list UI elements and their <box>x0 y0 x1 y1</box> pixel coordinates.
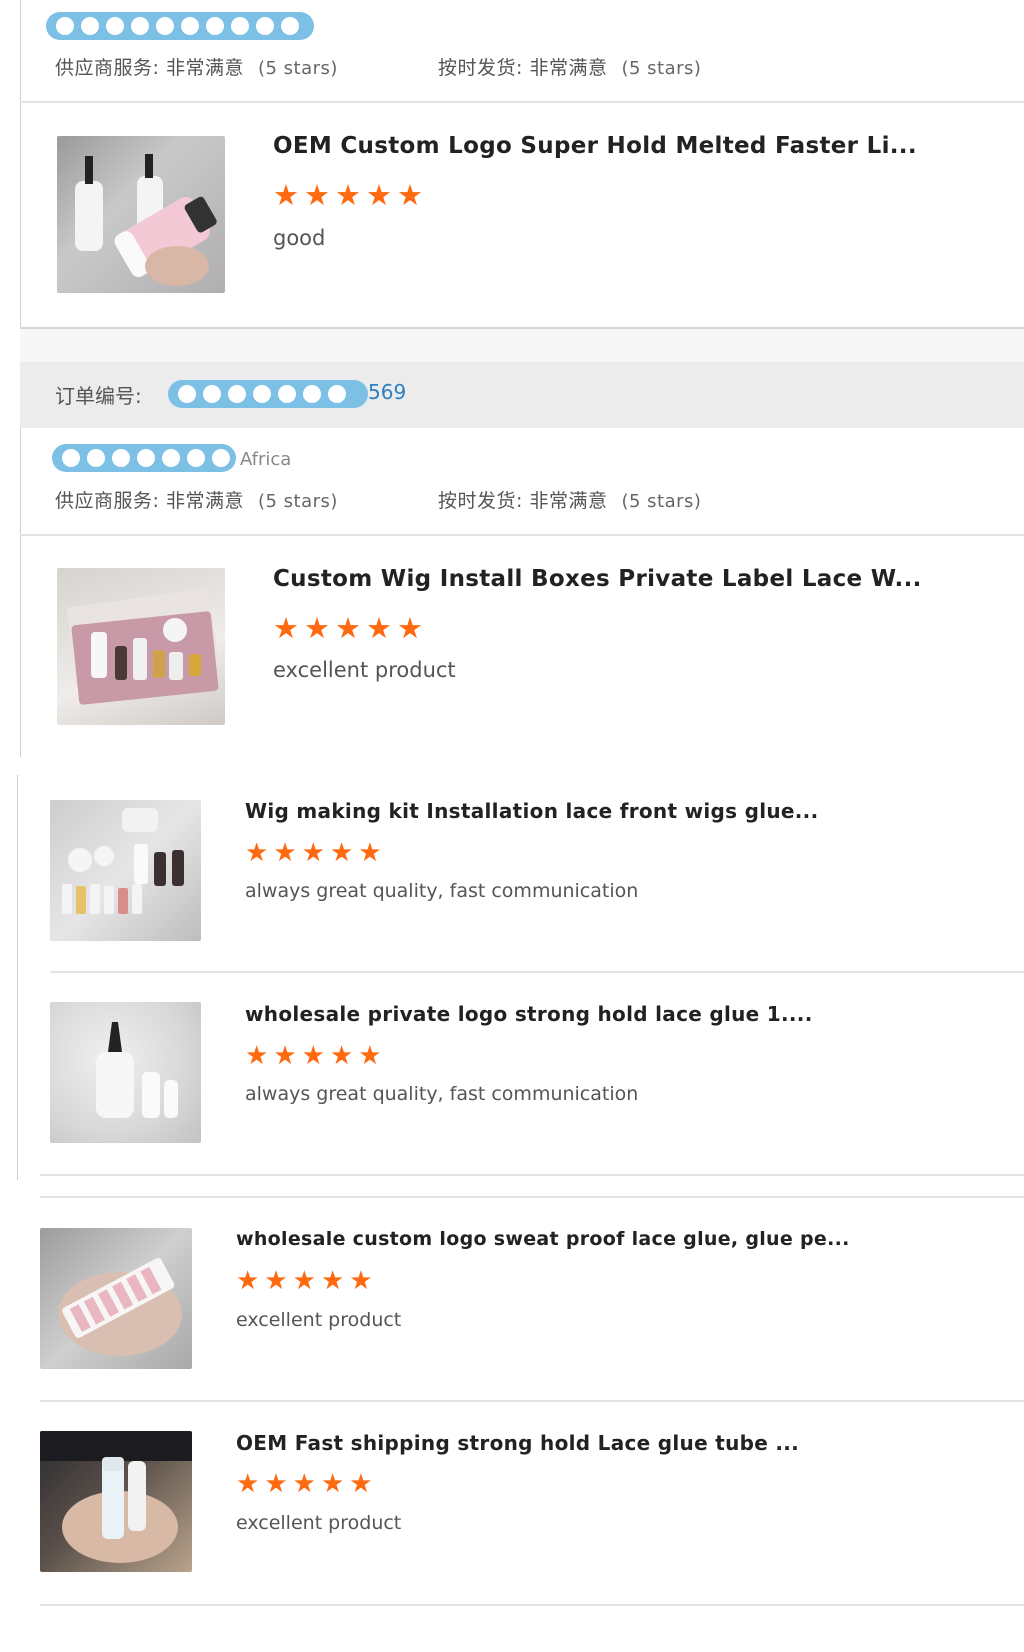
star-icon: ★ <box>397 178 423 212</box>
star-icon: ★ <box>292 1469 316 1499</box>
product-thumbnail[interactable] <box>57 136 225 293</box>
product-thumbnail[interactable] <box>57 568 225 725</box>
divider <box>50 971 1024 973</box>
star-rating: ★ ★ ★ ★ ★ <box>236 1471 373 1497</box>
product-thumbnail[interactable] <box>40 1431 192 1572</box>
star-icon: ★ <box>245 838 269 868</box>
section-border <box>17 775 18 1180</box>
order-number-link[interactable]: 569 <box>368 380 406 404</box>
divider <box>40 1196 1024 1198</box>
star-icon: ★ <box>335 178 361 212</box>
section-gap <box>20 329 1024 362</box>
star-icon: ★ <box>358 1041 382 1071</box>
order-number-label: 订单编号: <box>55 384 142 408</box>
star-icon: ★ <box>304 611 330 645</box>
star-icon: ★ <box>320 1266 345 1296</box>
on-time-shipping-rating: 按时发货: 非常满意 (5 stars) <box>438 57 702 79</box>
star-icon: ★ <box>397 611 423 645</box>
divider <box>40 1604 1024 1606</box>
divider <box>20 534 1024 536</box>
review-text: excellent product <box>273 658 456 682</box>
star-icon: ★ <box>349 1469 373 1499</box>
divider <box>40 1174 1024 1176</box>
star-icon: ★ <box>301 1041 325 1071</box>
star-icon: ★ <box>292 1266 316 1296</box>
star-icon: ★ <box>358 838 382 868</box>
star-rating: ★ ★ ★ ★ ★ <box>273 181 423 210</box>
redacted-buyer-name <box>46 12 314 40</box>
star-icon: ★ <box>366 611 392 645</box>
star-icon: ★ <box>304 178 330 212</box>
divider <box>40 1400 1024 1402</box>
star-icon: ★ <box>264 1266 288 1296</box>
section-border <box>20 0 21 330</box>
redacted-buyer-name <box>52 444 236 472</box>
star-icon: ★ <box>301 838 325 868</box>
star-rating: ★ ★ ★ ★ ★ <box>273 614 423 643</box>
star-rating: ★ ★ ★ ★ ★ <box>245 1043 382 1069</box>
product-title[interactable]: OEM Custom Logo Super Hold Melted Faster… <box>273 133 917 159</box>
divider <box>20 101 1024 103</box>
product-title[interactable]: Custom Wig Install Boxes Private Label L… <box>273 566 922 592</box>
supplier-service-rating: 供应商服务: 非常满意 (5 stars) <box>55 490 338 512</box>
star-icon: ★ <box>264 1469 288 1499</box>
star-rating: ★ ★ ★ ★ ★ <box>236 1268 373 1294</box>
star-icon: ★ <box>349 1266 373 1296</box>
star-icon: ★ <box>335 611 361 645</box>
on-time-shipping-rating: 按时发货: 非常满意 (5 stars) <box>438 490 702 512</box>
product-title[interactable]: wholesale custom logo sweat proof lace g… <box>236 1228 850 1250</box>
star-icon: ★ <box>273 611 299 645</box>
product-thumbnail[interactable] <box>50 800 201 941</box>
star-icon: ★ <box>273 1041 297 1071</box>
star-icon: ★ <box>366 178 392 212</box>
supplier-service-rating: 供应商服务: 非常满意 (5 stars) <box>55 57 338 79</box>
redacted-order-number <box>168 380 368 408</box>
product-title[interactable]: Wig making kit Installation lace front w… <box>245 799 818 823</box>
star-icon: ★ <box>329 1041 354 1071</box>
review-text: always great quality, fast communication <box>245 880 639 902</box>
star-rating: ★ ★ ★ ★ ★ <box>245 840 382 866</box>
product-thumbnail[interactable] <box>40 1228 192 1369</box>
star-icon: ★ <box>273 178 299 212</box>
star-icon: ★ <box>273 838 297 868</box>
star-icon: ★ <box>320 1469 345 1499</box>
star-icon: ★ <box>236 1469 260 1499</box>
star-icon: ★ <box>245 1041 269 1071</box>
review-text: excellent product <box>236 1512 402 1534</box>
star-icon: ★ <box>329 838 354 868</box>
review-text: excellent product <box>236 1309 402 1331</box>
product-thumbnail[interactable] <box>50 1002 201 1143</box>
product-title[interactable]: wholesale private logo strong hold lace … <box>245 1002 813 1026</box>
review-text: always great quality, fast communication <box>245 1083 639 1105</box>
buyer-region: Africa <box>240 449 292 470</box>
star-icon: ★ <box>236 1266 260 1296</box>
review-text: good <box>273 226 326 250</box>
product-title[interactable]: OEM Fast shipping strong hold Lace glue … <box>236 1431 799 1455</box>
